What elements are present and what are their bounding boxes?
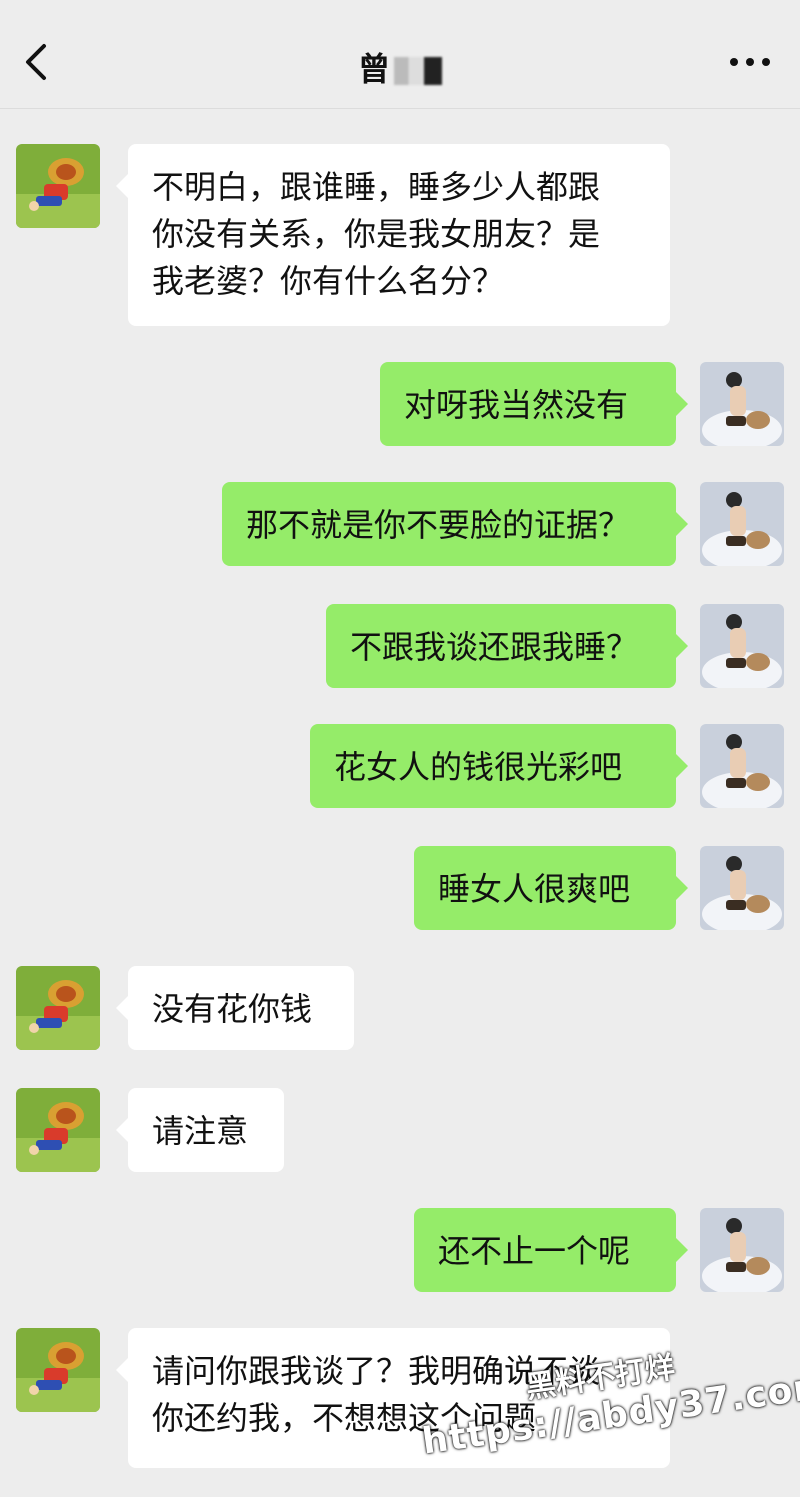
message-row: 不明白，跟谁睡，睡多少人都跟 你没有关系，你是我女朋友？是 我老婆？你有什么名分… [0,144,800,326]
message-row: 没有花你钱 [0,966,800,1050]
my-avatar[interactable] [700,362,784,446]
outgoing-message-bubble[interactable]: 还不止一个呢 [414,1208,688,1292]
contact-avatar[interactable] [16,1328,100,1412]
contact-avatar[interactable] [16,144,100,228]
contact-avatar[interactable] [16,966,100,1050]
outgoing-message-bubble[interactable]: 那不就是你不要脸的证据？ [222,482,688,566]
incoming-message-bubble[interactable]: 不明白，跟谁睡，睡多少人都跟 你没有关系，你是我女朋友？是 我老婆？你有什么名分… [116,144,670,326]
my-avatar[interactable] [700,604,784,688]
message-row: 还不止一个呢 [0,1208,800,1292]
message-row: 睡女人很爽吧 [0,846,800,930]
more-dots-icon [730,58,770,66]
message-row: 对呀我当然没有 [0,362,800,446]
blurred-name-segment [394,57,442,85]
my-avatar[interactable] [700,1208,784,1292]
outgoing-message-bubble[interactable]: 不跟我谈还跟我睡？ [326,604,688,688]
my-avatar[interactable] [700,724,784,808]
message-row: 那不就是你不要脸的证据？ [0,482,800,566]
chat-header: 曾 [0,0,800,109]
message-row: 不跟我谈还跟我睡？ [0,604,800,688]
message-list[interactable]: 不明白，跟谁睡，睡多少人都跟 你没有关系，你是我女朋友？是 我老婆？你有什么名分… [0,108,800,1480]
outgoing-message-bubble[interactable]: 对呀我当然没有 [380,362,688,446]
message-row: 花女人的钱很光彩吧 [0,724,800,808]
incoming-message-bubble[interactable]: 请注意 [116,1088,284,1172]
contact-name: 曾 [357,50,390,88]
incoming-message-bubble[interactable]: 请问你跟我谈了？我明确说不谈 你还约我，不想想这个问题 [116,1328,670,1468]
outgoing-message-bubble[interactable]: 花女人的钱很光彩吧 [310,724,688,808]
message-row: 请注意 [0,1088,800,1172]
contact-avatar[interactable] [16,1088,100,1172]
outgoing-message-bubble[interactable]: 睡女人很爽吧 [414,846,688,930]
my-avatar[interactable] [700,846,784,930]
more-button[interactable] [728,54,772,70]
incoming-message-bubble[interactable]: 没有花你钱 [116,966,354,1050]
my-avatar[interactable] [700,482,784,566]
chat-title: 曾 [0,44,800,90]
message-row: 请问你跟我谈了？我明确说不谈 你还约我，不想想这个问题 [0,1328,800,1468]
